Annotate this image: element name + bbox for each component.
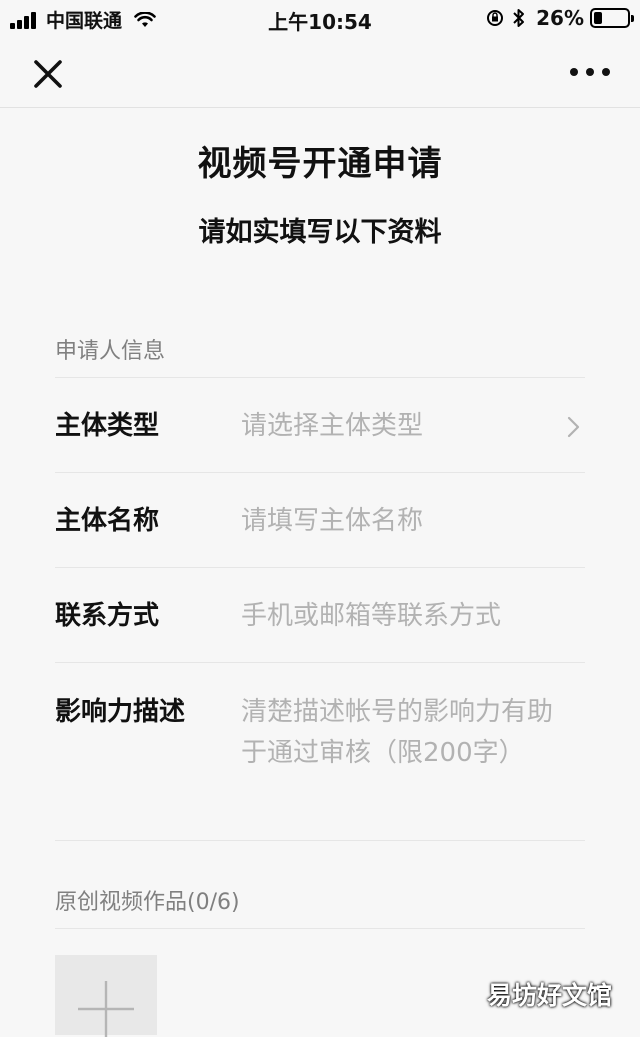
divider (55, 377, 585, 378)
battery-icon (590, 8, 634, 28)
subject-type-label: 主体类型 (55, 411, 160, 441)
more-icon[interactable] (570, 62, 610, 82)
plus-icon (78, 981, 134, 1037)
influence-desc-label: 影响力描述 (55, 697, 186, 727)
divider (55, 928, 585, 929)
rotation-lock-icon (487, 10, 504, 26)
chevron-right-icon (567, 416, 580, 438)
divider (55, 567, 585, 568)
divider (55, 840, 585, 841)
more-dot (602, 68, 610, 76)
subject-name-input[interactable]: 请填写主体名称 (241, 501, 561, 541)
more-dot (586, 68, 594, 76)
field-influence-desc: 影响力描述 清楚描述帐号的影响力有助于通过审核（限200字） (55, 692, 585, 817)
close-icon[interactable] (30, 56, 66, 92)
field-subject-type[interactable]: 主体类型 请选择主体类型 (55, 406, 585, 446)
watermark: 易坊好文馆 (486, 981, 612, 1010)
applicant-section-title: 申请人信息 (55, 339, 166, 364)
divider (55, 662, 585, 663)
field-subject-name: 主体名称 请填写主体名称 (55, 501, 585, 541)
influence-desc-textarea[interactable]: 清楚描述帐号的影响力有助于通过审核（限200字） (241, 692, 561, 774)
nav-bar (0, 36, 640, 108)
contact-label: 联系方式 (55, 601, 160, 631)
subject-type-select[interactable]: 请选择主体类型 (241, 406, 561, 446)
add-video-button[interactable] (55, 955, 157, 1037)
battery-level (594, 12, 602, 24)
works-section-title: 原创视频作品(0/6) (55, 890, 240, 915)
bluetooth-icon (513, 9, 525, 27)
page-title: 视频号开通申请 (197, 144, 443, 184)
battery-percent: 26% (536, 6, 584, 30)
page-subtitle: 请如实填写以下资料 (198, 217, 442, 248)
divider (55, 472, 585, 473)
subject-name-label: 主体名称 (55, 506, 160, 536)
more-dot (570, 68, 578, 76)
field-contact: 联系方式 手机或邮箱等联系方式 (55, 596, 585, 636)
status-right: 26% (486, 6, 634, 30)
contact-input[interactable]: 手机或邮箱等联系方式 (241, 596, 561, 636)
status-bar: 中国联通 上午10:54 26% (0, 0, 640, 36)
